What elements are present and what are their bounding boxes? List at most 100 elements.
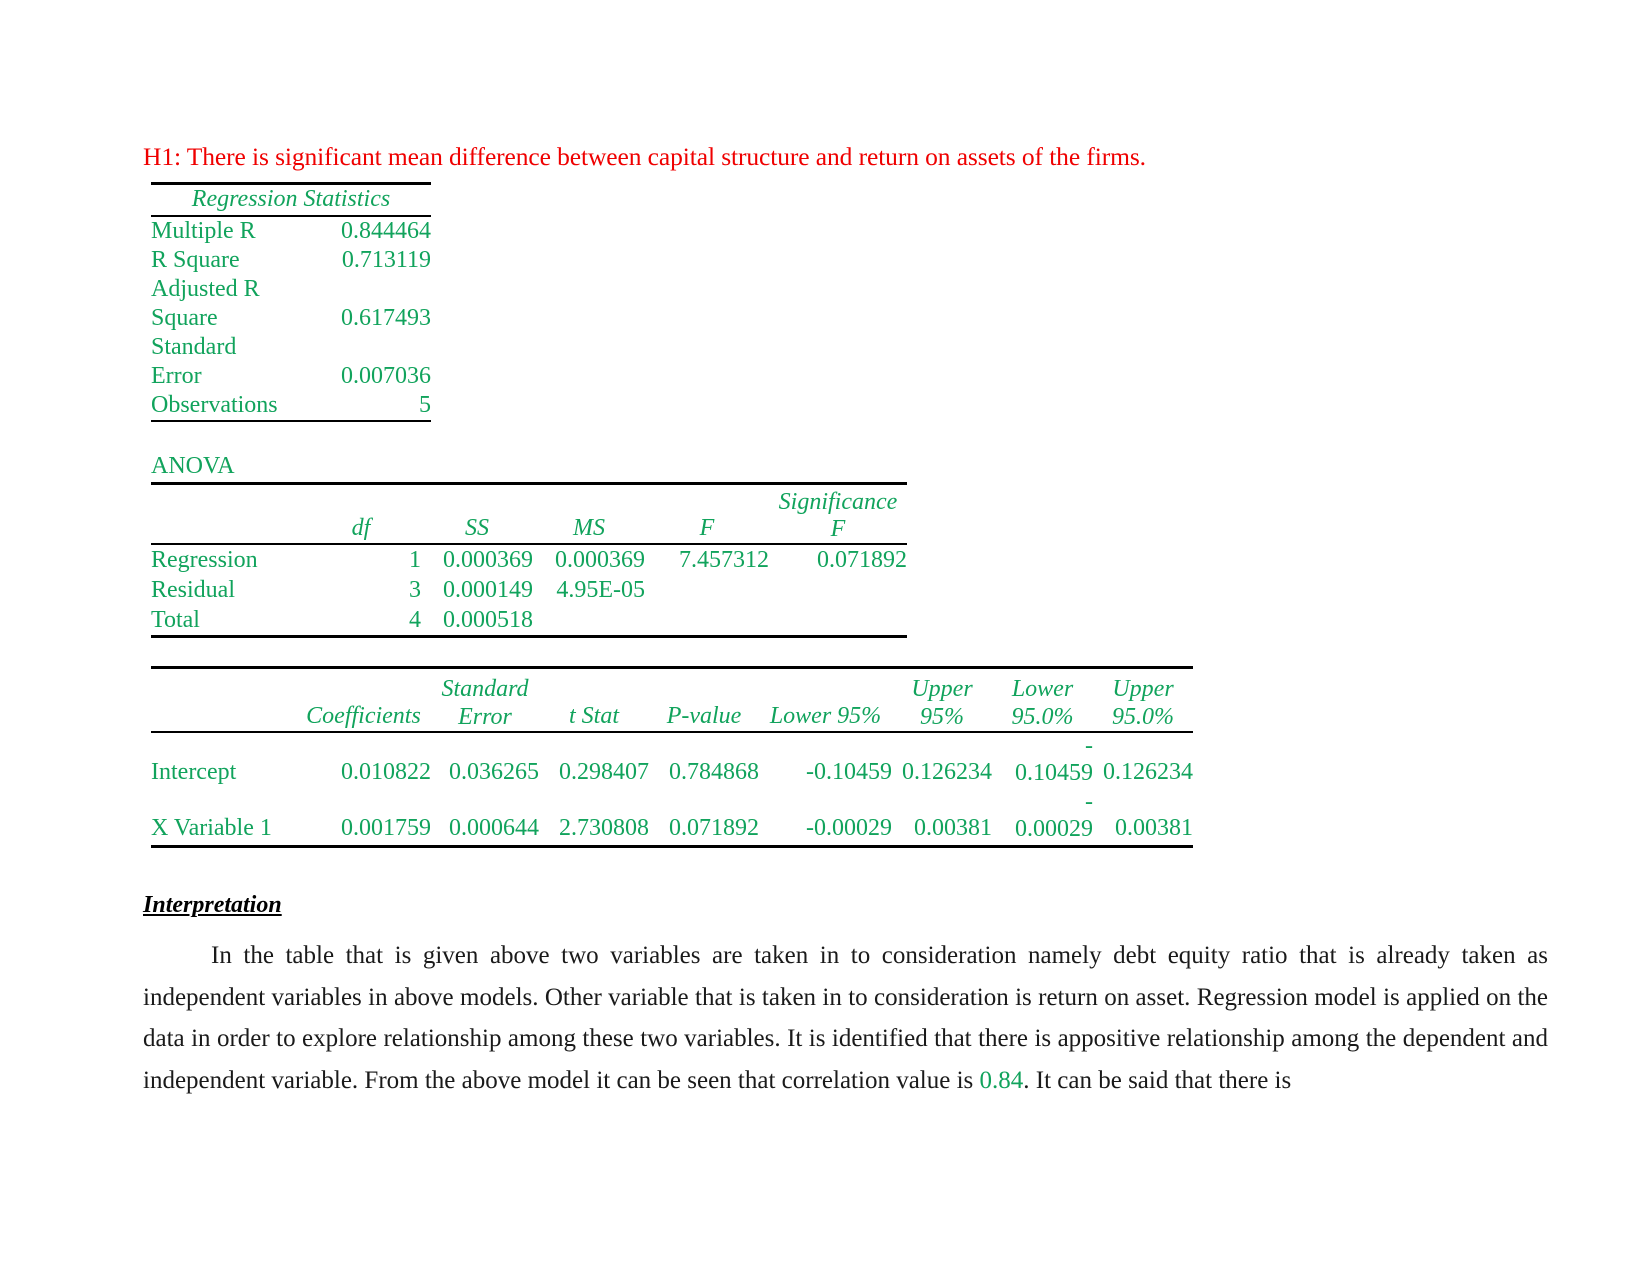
table-row: Adjusted R [151,275,431,304]
document-content: H1: There is significant mean difference… [143,140,1548,1126]
coef-value-x1-upper950: 0.00381 [1093,789,1193,848]
coef-value-intercept-standard-error: 0.036265 [449,759,539,785]
stat-label-observations: Observations [151,391,326,422]
coef-header-se-line1: Standard [441,676,529,702]
anova-ss-total: 0.000518 [421,605,533,638]
anova-section: ANOVA df SS MS F Significance F Regressi… [151,452,1548,638]
coef-value-intercept-upper95: 0.126234 [902,759,992,785]
regression-statistics-title-row: Regression Statistics [151,182,431,217]
anova-df-residual: 3 [409,577,421,603]
coef-value-x1-p-value: 0.071892 [649,789,759,848]
table-row: Error 0.007036 [151,362,431,391]
stat-label-r-square: R Square [151,247,240,273]
anova-ms-residual: 4.95E-05 [556,577,645,603]
anova-row-name-total: Total [151,605,301,638]
coef-header-blank [151,666,296,731]
document-page: H1: There is significant mean difference… [0,0,1650,1275]
anova-f-regression: 7.457312 [679,547,769,573]
stat-label-multiple-r: Multiple R [151,218,256,244]
table-row: Residual 3 0.000149 4.95E-05 [151,575,907,605]
anova-df-total: 4 [301,605,421,638]
anova-header-ms: MS [533,482,645,543]
coef-header-upper95-line1: Upper [911,676,973,702]
anova-header-blank [151,482,301,543]
coef-value-x1-lower950: - 0.00029 [992,789,1093,848]
coef-header-se-line2: Error [458,704,512,730]
coef-value-intercept-t-stat: 0.298407 [559,759,649,785]
coef-value-intercept-lower95: -0.10459 [806,759,892,785]
stat-label-adjusted-r-line2: Square [151,305,218,331]
anova-header-significance-line1: Significance [778,489,898,515]
coef-x1-lower950-sign: - [1085,789,1093,815]
table-row: Standard [151,333,431,362]
coef-header-lower950-line2: 95.0% [1011,704,1074,730]
anova-ss-residual: 0.000149 [443,577,533,603]
anova-header-df: df [301,482,421,543]
table-row: Multiple R 0.844464 [151,216,431,246]
stat-label-adjusted-r-line1: Adjusted R [151,276,260,302]
anova-header-row: df SS MS F Significance F [151,482,907,543]
coef-header-upper950-line1: Upper [1112,676,1174,702]
regression-statistics-table: Regression Statistics Multiple R 0.84446… [151,182,431,422]
interpretation-paragraph: In the table that is given above two var… [143,935,1548,1101]
coef-value-x1-t-stat: 2.730808 [539,789,649,848]
coef-x1-lower950-number: 0.00029 [1015,816,1093,842]
anova-table: df SS MS F Significance F Regression 1 0… [151,482,907,638]
anova-header-f: F [645,482,769,543]
stat-value-adjusted-r-blank [326,275,431,304]
coef-value-x1-upper95: 0.00381 [892,789,992,848]
table-row: R Square 0.713119 [151,246,431,275]
coef-header-standard-error: Standard Error [431,666,539,731]
coef-value-intercept-lower950: - 0.10459 [992,732,1093,789]
stat-value-standard-blank [326,333,431,362]
anova-f-total [645,605,769,638]
anova-ss-regression: 0.000369 [443,547,533,573]
coef-header-t-stat: t Stat [539,666,649,731]
anova-header-significance-f: Significance F [769,482,907,543]
table-row: Total 4 0.000518 [151,605,907,638]
stat-value-observations: 5 [326,391,431,422]
anova-header-significance-line2: F [830,516,846,542]
coef-header-lower950-line1: Lower [1011,676,1074,702]
table-row: Regression 1 0.000369 0.000369 7.457312 … [151,544,907,575]
interpretation-heading: Interpretation [143,892,282,918]
coef-row-name-x-variable-1: X Variable 1 [151,789,296,848]
coef-header-upper-950: Upper 95.0% [1093,666,1193,731]
coef-header-coefficients: Coefficients [296,666,431,731]
coef-value-x1-coefficients: 0.001759 [296,789,431,848]
stat-value-r-square: 0.713119 [341,247,431,273]
coef-header-upper95-line2: 95% [920,704,964,730]
anova-ms-total [533,605,645,638]
coefficients-header-row: Coefficients Standard Error t Stat P-val… [151,666,1193,731]
coef-intercept-lower950-sign: - [1085,733,1093,759]
anova-row-name-residual: Residual [151,577,235,603]
anova-sig-f-regression: 0.071892 [817,547,907,573]
correlation-value-highlight: 0.84 [979,1066,1024,1094]
table-row: Intercept 0.010822 0.036265 0.298407 0.7… [151,732,1193,789]
stat-value-standard-error: 0.007036 [341,363,431,389]
anova-df-regression: 1 [409,547,421,573]
coef-header-lower-950: Lower 95.0% [992,666,1093,731]
anova-ms-regression: 0.000369 [555,547,645,573]
coef-value-intercept-p-value: 0.784868 [669,759,759,785]
anova-f-residual [645,575,769,605]
anova-sig-f-residual [769,575,907,605]
coef-header-upper950-line2: 95.0% [1112,704,1174,730]
coef-x1-lower950-wrap: - 0.00029 [992,789,1093,843]
coef-value-x1-standard-error: 0.000644 [431,789,539,848]
coef-value-x1-lower95: -0.00029 [759,789,892,848]
anova-title: ANOVA [151,453,235,479]
coef-header-lower-95: Lower 95% [759,666,892,731]
coef-header-upper-95: Upper 95% [892,666,992,731]
anova-header-ss: SS [421,482,533,543]
coef-header-p-value: P-value [649,666,759,731]
stat-label-standard-error-line2: Error [151,363,202,389]
stat-value-multiple-r: 0.844464 [341,218,431,244]
anova-row-name-regression: Regression [151,547,258,573]
interpretation-text-part2: . It can be said that there is [1023,1066,1292,1094]
coefficients-table: Coefficients Standard Error t Stat P-val… [151,666,1193,848]
coef-value-intercept-coefficients: 0.010822 [341,759,431,785]
table-row: Square 0.617493 [151,304,431,333]
hypothesis-heading: H1: There is significant mean difference… [143,142,1146,171]
anova-sig-f-total [769,605,907,638]
